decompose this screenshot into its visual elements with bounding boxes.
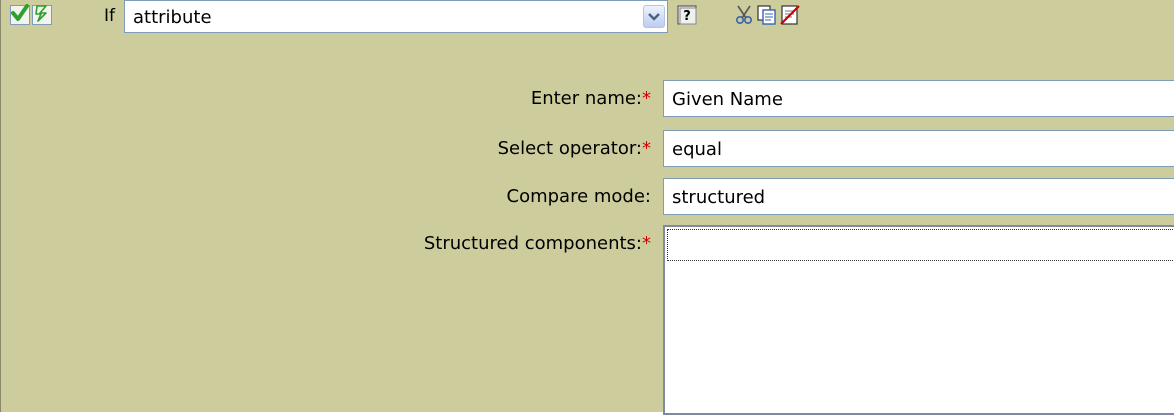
compare-mode-value: structured [672,187,766,208]
structured-components-label: Structured components:* [424,233,651,254]
help-icon: ? [677,5,697,29]
condition-type-select[interactable]: attribute [124,0,668,33]
condition-panel: If attribute ? Enter name:* Given Name S… [0,0,1174,415]
structured-components-label-text: Structured components: [423,233,642,254]
enter-name-value: Given Name [672,89,783,110]
negate-toggle-button[interactable] [32,5,52,25]
lightning-icon [33,4,51,26]
compare-mode-label-text: Compare mode: [506,186,651,207]
structured-components-list[interactable] [663,225,1174,415]
required-marker: * [642,138,651,159]
help-button[interactable]: ? [676,5,698,29]
delete-button[interactable] [779,4,801,30]
structured-components-item[interactable] [667,229,1174,261]
chevron-down-icon [648,7,660,26]
delete-icon [779,4,801,30]
copy-button[interactable] [756,4,778,30]
compare-mode-label: Compare mode: [507,186,651,207]
required-marker: * [642,233,651,254]
enter-name-label-text: Enter name: [530,88,642,109]
copy-icon [756,4,778,30]
compare-mode-field[interactable]: structured [663,178,1174,215]
enable-toggle-button[interactable] [10,4,30,26]
svg-text:?: ? [683,9,691,24]
enter-name-label: Enter name:* [531,88,651,109]
required-marker: * [642,88,651,109]
select-operator-field[interactable]: equal [663,130,1174,167]
select-operator-label-text: Select operator: [497,138,642,159]
select-operator-label: Select operator:* [498,138,651,159]
cut-icon [734,4,756,30]
dropdown-button[interactable] [643,5,665,28]
condition-type-value: attribute [133,7,212,28]
if-label: If [104,6,115,26]
enter-name-field[interactable]: Given Name [663,80,1174,117]
check-icon [11,4,29,26]
select-operator-value: equal [672,139,722,160]
cut-button[interactable] [734,4,756,30]
